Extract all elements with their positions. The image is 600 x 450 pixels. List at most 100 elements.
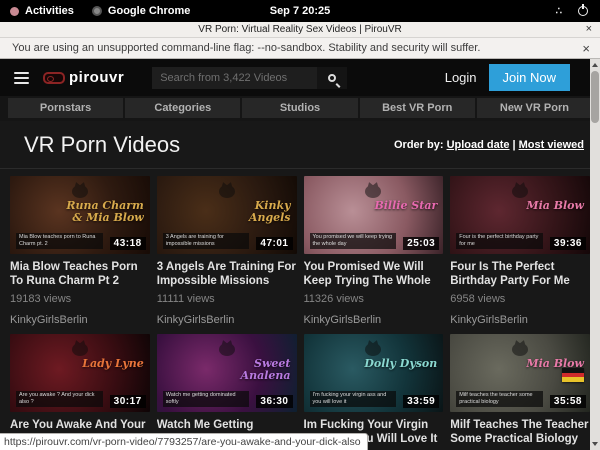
video-thumbnail[interactable]: Mia Blow Four is the perfect birthday pa… <box>450 176 590 254</box>
thumbnail-overlay-text: Lady Lyne <box>82 358 144 370</box>
thumbnail-caption: Are you awake ? And your dick also ? <box>16 391 103 407</box>
site-header: pirouvr Login Join Now <box>0 59 600 96</box>
video-card: Runa Charm & Mia Blow Mia Blow teaches p… <box>10 176 150 326</box>
video-studio-link[interactable]: KinkyGirlsBerlin <box>450 314 590 326</box>
video-card: Mia Blow Milf teaches the teacher some p… <box>450 334 590 450</box>
duration-badge: 47:01 <box>256 237 292 250</box>
clock[interactable]: Sep 7 20:25 <box>270 5 331 17</box>
duration-badge: 43:18 <box>110 237 146 250</box>
thumbnail-overlay-text: Kinky Angels <box>211 200 291 223</box>
scroll-down-icon[interactable] <box>592 442 598 446</box>
nav-item-pornstars[interactable]: Pornstars <box>8 98 123 118</box>
menu-hamburger-icon[interactable] <box>14 72 29 84</box>
video-title[interactable]: Mia Blow Teaches Porn To Runa Charm Pt 2 <box>10 261 150 288</box>
logo-text: pirouvr <box>69 69 124 86</box>
browser-infobar: You are using an unsupported command-lin… <box>0 38 600 59</box>
studio-cat-logo-icon <box>218 182 236 198</box>
video-card: Mia Blow Four is the perfect birthday pa… <box>450 176 590 326</box>
search-button[interactable] <box>317 67 347 89</box>
video-views: 11111 views <box>157 293 297 305</box>
video-thumbnail[interactable]: Billie Star You promised we will keep tr… <box>304 176 444 254</box>
video-views: 6958 views <box>450 293 590 305</box>
infobar-close-icon[interactable]: × <box>582 41 590 56</box>
german-flag-icon <box>562 368 584 382</box>
site-logo[interactable]: pirouvr <box>43 69 124 86</box>
search-bar <box>152 67 347 89</box>
video-title[interactable]: Milf Teaches The Teacher Some Practical … <box>450 419 590 446</box>
search-input[interactable] <box>152 67 317 89</box>
studio-cat-logo-icon <box>218 340 236 356</box>
video-thumbnail[interactable]: Runa Charm & Mia Blow Mia Blow teaches p… <box>10 176 150 254</box>
network-icon[interactable]: ∴ <box>556 6 562 17</box>
thumbnail-overlay-text: Dolly Dyson <box>364 358 437 370</box>
thumbnail-overlay-text: Mia Blow <box>526 200 584 212</box>
video-studio-link[interactable]: KinkyGirlsBerlin <box>157 314 297 326</box>
studio-cat-logo-icon <box>71 182 89 198</box>
browser-tab-bar: VR Porn: Virtual Reality Sex Videos | Pi… <box>0 22 600 38</box>
thumbnail-overlay-text: Runa Charm & Mia Blow <box>64 200 144 223</box>
active-app-menu[interactable]: Google Chrome <box>92 5 191 17</box>
system-top-bar: Activities Google Chrome Sep 7 20:25 ∴ <box>0 0 600 22</box>
video-views: 19183 views <box>10 293 150 305</box>
power-icon[interactable] <box>578 6 588 16</box>
video-title[interactable]: You Promised We Will Keep Trying The Who… <box>304 261 444 288</box>
video-studio-link[interactable]: KinkyGirlsBerlin <box>10 314 150 326</box>
duration-badge: 25:03 <box>403 237 439 250</box>
tab-close-icon[interactable]: × <box>586 23 592 35</box>
thumbnail-caption: Four is the perfect birthday party for m… <box>456 233 543 249</box>
thumbnail-overlay-text: Sweet Analena <box>211 358 291 381</box>
tab-title[interactable]: VR Porn: Virtual Reality Sex Videos | Pi… <box>198 24 401 35</box>
thumbnail-caption: 3 Angels are training for impossible mis… <box>163 233 250 249</box>
studio-cat-logo-icon <box>364 340 382 356</box>
main-nav: Pornstars Categories Studios Best VR Por… <box>0 96 600 121</box>
chrome-app-icon <box>92 6 102 16</box>
login-link[interactable]: Login <box>445 70 477 85</box>
order-most-viewed-link[interactable]: Most viewed <box>519 139 584 151</box>
join-now-button[interactable]: Join Now <box>489 64 570 91</box>
video-thumbnail[interactable]: Kinky Angels 3 Angels are training for i… <box>157 176 297 254</box>
thumbnail-caption: Milf teaches the teacher some practical … <box>456 391 543 407</box>
vr-goggles-icon <box>43 72 65 84</box>
search-icon <box>328 74 336 82</box>
activities-label: Activities <box>25 5 74 17</box>
video-title[interactable]: 3 Angels Are Training For Impossible Mis… <box>157 261 297 288</box>
nav-item-studios[interactable]: Studios <box>242 98 357 118</box>
active-app-label: Google Chrome <box>108 5 191 17</box>
nav-item-categories[interactable]: Categories <box>125 98 240 118</box>
scrollbar-thumb[interactable] <box>591 71 599 123</box>
video-thumbnail[interactable]: Dolly Dyson I'm fucking your virgin ass … <box>304 334 444 412</box>
thumbnail-caption: I'm fucking your virgin ass and you will… <box>310 391 397 407</box>
video-thumbnail[interactable]: Lady Lyne Are you awake ? And your dick … <box>10 334 150 412</box>
video-grid: Runa Charm & Mia Blow Mia Blow teaches p… <box>0 169 600 450</box>
duration-badge: 33:59 <box>403 395 439 408</box>
duration-badge: 30:17 <box>110 395 146 408</box>
page-scrollbar[interactable] <box>590 59 600 450</box>
duration-badge: 36:30 <box>256 395 292 408</box>
screen: Activities Google Chrome Sep 7 20:25 ∴ V… <box>0 0 600 450</box>
video-title[interactable]: Four Is The Perfect Birthday Party For M… <box>450 261 590 288</box>
order-upload-date-link[interactable]: Upload date <box>447 139 510 151</box>
video-thumbnail[interactable]: Mia Blow Milf teaches the teacher some p… <box>450 334 590 412</box>
studio-cat-logo-icon <box>511 340 529 356</box>
infobar-message: You are using an unsupported command-lin… <box>12 42 480 54</box>
thumbnail-caption: Watch me getting dominated softly <box>163 391 250 407</box>
video-thumbnail[interactable]: Sweet Analena Watch me getting dominated… <box>157 334 297 412</box>
studio-cat-logo-icon <box>71 340 89 356</box>
order-by-label: Order by: <box>394 139 444 151</box>
page-title-row: VR Porn Videos Order by: Upload date|Mos… <box>0 121 600 169</box>
thumbnail-caption: Mia Blow teaches porn to Runa Charm pt. … <box>16 233 103 249</box>
video-card: Kinky Angels 3 Angels are training for i… <box>157 176 297 326</box>
status-bar-url: https://pirouvr.com/vr-porn-video/779325… <box>0 433 368 450</box>
order-by: Order by: Upload date|Most viewed <box>394 139 584 151</box>
nav-item-new-vr-porn[interactable]: New VR Porn <box>477 98 592 118</box>
duration-badge: 39:36 <box>550 237 586 250</box>
duration-badge: 35:58 <box>550 395 586 408</box>
thumbnail-caption: You promised we will keep trying the who… <box>310 233 397 249</box>
video-studio-link[interactable]: KinkyGirlsBerlin <box>304 314 444 326</box>
studio-cat-logo-icon <box>511 182 529 198</box>
nav-item-best-vr-porn[interactable]: Best VR Porn <box>360 98 475 118</box>
activities-button[interactable]: Activities <box>10 5 74 17</box>
scroll-up-icon[interactable] <box>592 63 598 67</box>
thumbnail-overlay-text: Billie Star <box>374 200 437 212</box>
video-views: 11326 views <box>304 293 444 305</box>
